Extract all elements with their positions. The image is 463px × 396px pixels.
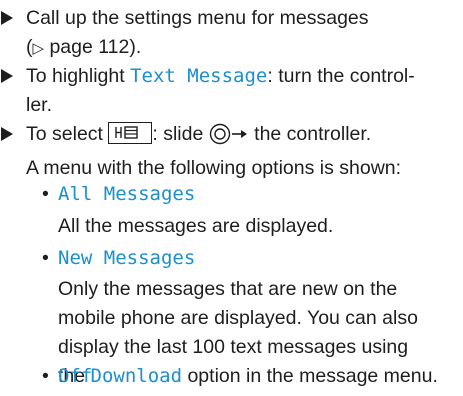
step-marker-icon bbox=[1, 69, 13, 83]
step-marker-icon bbox=[1, 127, 13, 141]
step-1-line-2: (▷ page 112). bbox=[26, 36, 142, 58]
step-3-line-2: A menu with the following options is sho… bbox=[26, 157, 402, 179]
step-marker-icon bbox=[1, 11, 13, 25]
message-menu-key-icon bbox=[108, 122, 153, 144]
option-off: • Off bbox=[42, 362, 459, 391]
step-1-text: Call up the settings menu for messages (… bbox=[26, 4, 459, 63]
step-1-line-1: Call up the settings menu for messages bbox=[26, 7, 369, 29]
option-all-messages-desc: All the messages are displayed. bbox=[58, 215, 334, 237]
option-all-messages: • All Messages bbox=[42, 180, 459, 209]
page-reference-icon: ▷ bbox=[32, 40, 45, 57]
bullet: • bbox=[42, 365, 49, 387]
step-2-line-2: ler. bbox=[26, 94, 53, 116]
controller-slide-right-icon bbox=[209, 123, 249, 154]
step-3-text: To select : slide the controller. A menu… bbox=[26, 122, 402, 179]
option-new-messages: • New Messages bbox=[42, 244, 459, 273]
text-message-menu-item: Text Message bbox=[130, 65, 268, 87]
option-label: All Messages bbox=[58, 183, 196, 205]
option-label: New Messages bbox=[58, 247, 196, 269]
manual-page: Call up the settings menu for messages (… bbox=[0, 0, 463, 396]
bullet: • bbox=[42, 247, 49, 269]
step-2-text: To highlight Text Message: turn the cont… bbox=[26, 65, 415, 116]
bullet: • bbox=[42, 183, 49, 205]
option-label: Off bbox=[58, 365, 93, 387]
